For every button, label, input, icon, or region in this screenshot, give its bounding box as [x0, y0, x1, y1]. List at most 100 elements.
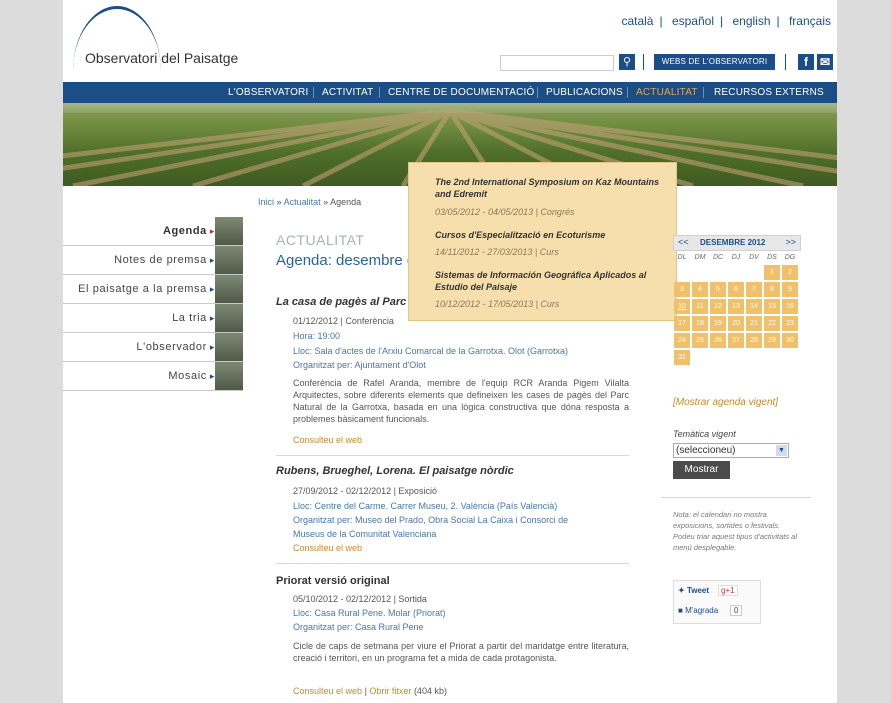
calendar-day[interactable]: 15 [764, 299, 780, 314]
sidebar-item-observador[interactable]: L'observador ▸ [63, 333, 243, 362]
sidebar-item-mosaic[interactable]: Mosaic ▸ [63, 362, 243, 391]
calendar-week: 24 25 26 27 28 29 30 [673, 332, 801, 349]
lang-catala[interactable]: català [621, 14, 653, 28]
event-title[interactable]: Priorat versió original [276, 575, 390, 587]
nav-separator [703, 87, 704, 98]
facebook-icon[interactable]: f [798, 54, 814, 70]
calendar-day[interactable]: 4 [692, 282, 708, 297]
sidebar-item-label: El paisatge a la premsa [78, 283, 207, 295]
events-popup: The 2nd International Symposium on Kaz M… [408, 162, 677, 321]
show-button[interactable]: Mostrar [673, 461, 730, 479]
divider [785, 54, 786, 70]
nav-recursos-externs[interactable]: RECURSOS EXTERNS [714, 82, 824, 103]
calendar-empty-cell [674, 265, 690, 280]
lang-english[interactable]: english [732, 14, 770, 28]
topic-select[interactable]: (seleccioneu) ▼ [673, 443, 789, 458]
gplus-button[interactable]: g+1 [718, 585, 738, 596]
calendar-day[interactable]: 1 [764, 265, 780, 280]
calendar-day[interactable]: 14 [746, 299, 762, 314]
calendar-day[interactable]: 16 [782, 299, 798, 314]
calendar-grid: 1 2 3 4 5 6 7 8 9 10 11 12 13 14 15 16 17 18 19 20 21 22 23 24 2… [673, 264, 801, 366]
like-button[interactable]: ■ M'agrada [678, 606, 718, 615]
calendar-week: 3456789 [673, 281, 801, 298]
calendar-day[interactable]: 11 [692, 299, 708, 314]
calendar-day[interactable]: 17 [674, 316, 690, 331]
calendar-day[interactable]: 12 [710, 299, 726, 314]
event-title[interactable]: Rubens, Brueghel, Lorena. El paisatge nò… [276, 465, 514, 477]
nav-activitat[interactable]: ACTIVITAT [322, 82, 373, 103]
event-web-link[interactable]: Consulteu el web [293, 435, 362, 445]
calendar-day-names: DL DM DC DJ DV DS DG [673, 251, 801, 264]
sidebar-item-la-tria[interactable]: La tria ▸ [63, 304, 243, 333]
calendar-month: DESEMBRE 2012 [700, 238, 766, 247]
divider [276, 563, 629, 564]
nav-observatori[interactable]: L'OBSERVATORI [228, 82, 308, 103]
calendar-day[interactable]: 24 [674, 333, 690, 348]
event-web-link[interactable]: Consulteu el web [293, 543, 362, 553]
calendar-day[interactable]: 8 [764, 282, 780, 297]
calendar-day[interactable]: 2 [782, 265, 798, 280]
calendar-day[interactable]: 20 [728, 316, 744, 331]
search-button[interactable]: ⚲ [619, 54, 635, 70]
day-name: DJ [731, 254, 741, 261]
sidebar-item-paisatge-premsa[interactable]: El paisatge a la premsa ▸ [63, 275, 243, 304]
calendar-next[interactable]: >> [785, 237, 796, 247]
sidebar-thumb [215, 246, 243, 274]
event-organizer: Organitzat per: Casa Rural Pene [293, 622, 424, 632]
sidebar-item-label: L'observador [136, 341, 207, 353]
event-location: Lloc: Sala d'actes de l'Arxiu Comarcal d… [293, 346, 569, 356]
calendar-day[interactable]: 5 [710, 282, 726, 297]
calendar-day[interactable]: 9 [782, 282, 798, 297]
event-date: 27/09/2012 - 02/12/2012 | Exposició [293, 486, 437, 496]
popup-event-meta: 03/05/2012 - 04/05/2013 | Congrés [435, 207, 575, 217]
calendar-empty-cell [746, 265, 762, 280]
calendar-day[interactable]: 31 [674, 350, 690, 365]
calendar-day[interactable]: 27 [728, 333, 744, 348]
webs-observatori-button[interactable]: WEBS DE L'OBSERVATORI [654, 54, 775, 70]
popup-event-title[interactable]: Sistemas de Información Geográfica Aplic… [435, 269, 665, 293]
search-input[interactable] [500, 55, 614, 71]
calendar-day[interactable]: 21 [746, 316, 762, 331]
calendar-day[interactable]: 26 [710, 333, 726, 348]
calendar-day[interactable]: 6 [728, 282, 744, 297]
day-name: DC [712, 254, 724, 261]
show-current-agenda-link[interactable]: [Mostrar agenda vigent] [673, 397, 778, 408]
lang-espanol[interactable]: español [672, 14, 714, 28]
calendar-day[interactable]: 18 [692, 316, 708, 331]
calendar-day[interactable]: 28 [746, 333, 762, 348]
calendar-day[interactable]: 10 [674, 299, 690, 314]
lang-francais[interactable]: français [789, 14, 831, 28]
calendar-day[interactable]: 13 [728, 299, 744, 314]
calendar-day[interactable]: 29 [764, 333, 780, 348]
popup-event-title[interactable]: The 2nd International Symposium on Kaz M… [435, 176, 665, 200]
calendar-day[interactable]: 19 [710, 316, 726, 331]
calendar-day[interactable]: 23 [782, 316, 798, 331]
calendar-prev[interactable]: << [678, 237, 689, 247]
calendar-week: 31 [673, 349, 801, 366]
event-web-link[interactable]: Consulteu el web [293, 686, 362, 696]
breadcrumb-home[interactable]: Inici [258, 197, 274, 207]
popup-event-title[interactable]: Cursos d'Especialització en Ecoturisme [435, 229, 665, 241]
share-box: ✦ Tweet g+1 ■ M'agrada 0 [673, 580, 761, 624]
breadcrumb-section[interactable]: Actualitat [284, 197, 321, 207]
site-logo[interactable]: Observatori del Paisatge [85, 50, 238, 66]
calendar-day[interactable]: 22 [764, 316, 780, 331]
nav-publicacions[interactable]: PUBLICACIONS [546, 82, 623, 103]
event-links: Consulteu el web | Obrir fitxer (404 kb) [293, 686, 447, 696]
calendar-day[interactable]: 3 [674, 282, 690, 297]
sidebar-thumb [215, 217, 243, 245]
nav-centre-documentacio[interactable]: CENTRE DE DOCUMENTACIÓ [388, 82, 534, 103]
calendar-day[interactable]: 25 [692, 333, 708, 348]
nav-actualitat[interactable]: ACTUALITAT [636, 82, 698, 103]
calendar-week: 12 [673, 264, 801, 281]
calendar-empty-cell [710, 265, 726, 280]
sidebar-item-notes-premsa[interactable]: Notes de premsa ▸ [63, 246, 243, 275]
email-icon[interactable]: ✉ [817, 54, 833, 70]
tweet-button[interactable]: ✦ Tweet [678, 586, 709, 595]
calendar-day[interactable]: 30 [782, 333, 798, 348]
event-date: 05/10/2012 - 02/12/2012 | Sortida [293, 594, 427, 604]
open-file-link[interactable]: Obrir fitxer [369, 686, 411, 696]
calendar-day[interactable]: 7 [746, 282, 762, 297]
sidebar-item-agenda[interactable]: Agenda ▸ [63, 217, 243, 246]
event-title[interactable]: La casa de pagès al Parc N [276, 296, 417, 308]
